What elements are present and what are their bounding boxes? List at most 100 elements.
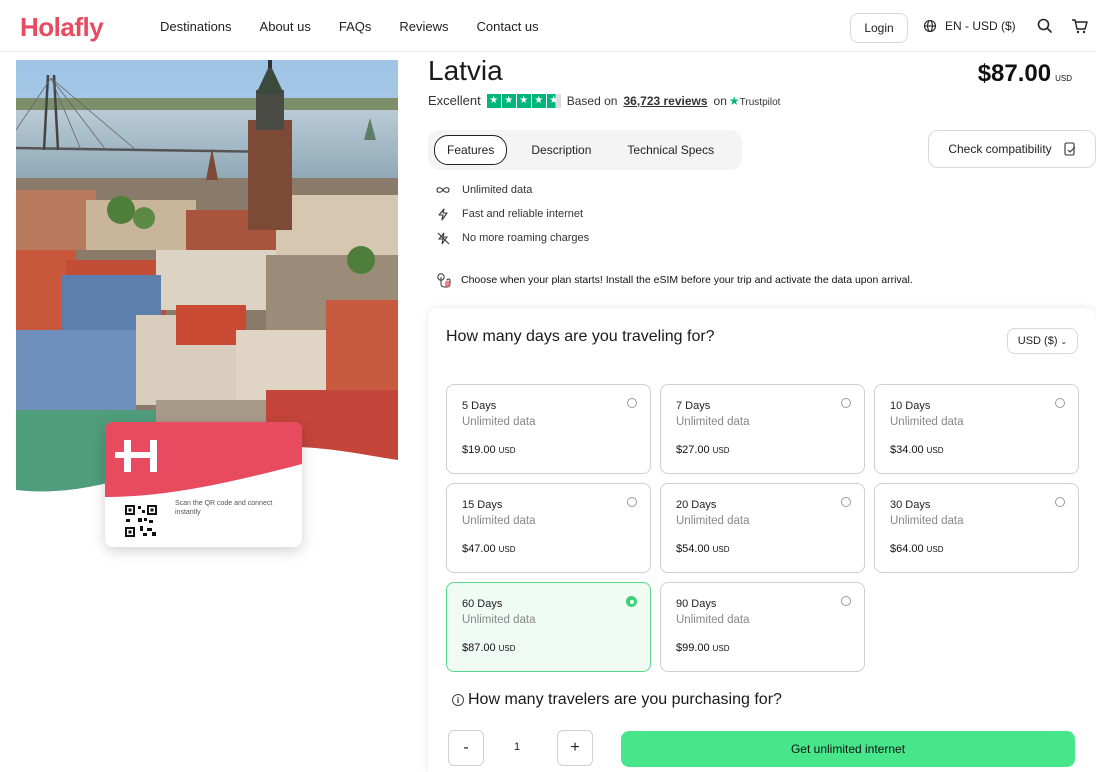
plan-days: 60 Days xyxy=(462,598,503,610)
plan-option[interactable]: 15 Days Unlimited data $47.00 USD xyxy=(446,483,651,573)
plan-price-currency: USD xyxy=(498,446,516,455)
plan-price-currency: USD xyxy=(712,446,730,455)
plan-radio[interactable] xyxy=(841,596,851,606)
get-unlimited-internet-button[interactable]: Get unlimited internet xyxy=(621,731,1075,767)
based-on-label: Based on xyxy=(566,93,618,108)
nav-faqs[interactable]: FAQs xyxy=(339,19,372,34)
plan-days: 7 Days xyxy=(676,400,711,412)
language-label: EN - USD ($) xyxy=(945,19,1016,33)
features-list: Unlimited data Fast and reliable interne… xyxy=(436,178,589,250)
plan-option[interactable]: 20 Days Unlimited data $54.00 USD xyxy=(660,483,865,573)
travelers-question: i How many travelers are you purchasing … xyxy=(452,691,782,709)
nav-destinations[interactable]: Destinations xyxy=(160,19,232,34)
travelers-question-text: How many travelers are you purchasing fo… xyxy=(468,691,782,708)
product-price-amount: $87.00 xyxy=(977,60,1052,87)
main-nav: Destinations About us FAQs Reviews Conta… xyxy=(160,19,539,34)
plan-radio[interactable] xyxy=(627,398,637,408)
plan-price: $47.00 USD xyxy=(462,543,516,555)
feature-item: No more roaming charges xyxy=(436,226,589,250)
plan-radio[interactable] xyxy=(841,398,851,408)
trustpilot-star-icon: ★ xyxy=(728,93,740,108)
product-price-currency: USD xyxy=(1055,74,1072,83)
plan-price: $34.00 USD xyxy=(890,444,944,456)
esim-card-header xyxy=(105,422,302,497)
feature-item: Fast and reliable internet xyxy=(436,202,589,226)
increase-travelers-button[interactable]: + xyxy=(557,730,593,766)
search-icon[interactable] xyxy=(1035,16,1055,36)
plan-radio[interactable] xyxy=(627,497,637,507)
info-icon[interactable]: i xyxy=(452,694,464,706)
plan-price-currency: USD xyxy=(498,545,516,554)
chevron-down-icon: ⌄ xyxy=(1060,336,1068,346)
check-compatibility-label: Check compatibility xyxy=(948,142,1052,156)
plan-price-amount: $47.00 xyxy=(462,543,496,555)
plan-selection-panel: How many days are you traveling for? USD… xyxy=(428,308,1096,772)
plan-radio[interactable] xyxy=(841,497,851,507)
tab-description[interactable]: Description xyxy=(519,136,603,164)
plan-option[interactable]: 7 Days Unlimited data $27.00 USD xyxy=(660,384,865,474)
plan-radio[interactable] xyxy=(1055,497,1065,507)
plan-price-currency: USD xyxy=(926,545,944,554)
days-question: How many days are you traveling for? xyxy=(446,328,715,345)
plan-price: $54.00 USD xyxy=(676,543,730,555)
plan-days: 15 Days xyxy=(462,499,503,511)
cart-icon[interactable] xyxy=(1070,16,1090,36)
bolt-icon xyxy=(436,207,450,221)
star-icon: ★ xyxy=(516,93,531,108)
nav-contact-us[interactable]: Contact us xyxy=(477,19,539,34)
plan-price-amount: $19.00 xyxy=(462,444,496,456)
product-title: Latvia xyxy=(428,55,503,86)
plan-data: Unlimited data xyxy=(676,416,750,428)
plan-option[interactable]: 5 Days Unlimited data $19.00 USD xyxy=(446,384,651,474)
plan-price: $99.00 USD xyxy=(676,642,730,654)
product-price: $87.00 USD xyxy=(978,60,1072,88)
infinity-icon xyxy=(436,183,450,197)
plan-price-currency: USD xyxy=(498,644,516,653)
decrease-travelers-button[interactable]: - xyxy=(448,730,484,766)
tab-technical-specs[interactable]: Technical Specs xyxy=(615,136,726,164)
travelers-quantity: 1 xyxy=(514,741,521,753)
plan-price-amount: $64.00 xyxy=(890,543,924,555)
plan-price-currency: USD xyxy=(926,446,944,455)
plan-option[interactable]: 30 Days Unlimited data $64.00 USD xyxy=(874,483,1079,573)
plan-price-amount: $34.00 xyxy=(890,444,924,456)
plan-data: Unlimited data xyxy=(462,515,536,527)
plan-radio[interactable] xyxy=(626,596,637,607)
currency-select[interactable]: USD ($) ⌄ xyxy=(1007,328,1078,354)
currency-label: USD ($) xyxy=(1017,335,1058,347)
login-button[interactable]: Login xyxy=(850,13,908,43)
check-compatibility-button[interactable]: Check compatibility xyxy=(928,130,1096,168)
esim-card-text: Scan the QR code and connect instantly xyxy=(175,500,273,516)
plan-price: $27.00 USD xyxy=(676,444,730,456)
holafly-h-logo-icon xyxy=(105,440,302,497)
trustpilot-logo: ★Trustpilot xyxy=(729,94,781,108)
plan-days: 10 Days xyxy=(890,400,931,412)
holafly-logo[interactable]: Holafly xyxy=(20,12,104,43)
star-icon: ★ xyxy=(486,93,501,108)
esim-card: Scan the QR code and connect instantly xyxy=(105,422,302,547)
plan-data: Unlimited data xyxy=(890,416,964,428)
qr-code-icon xyxy=(124,504,158,538)
hand-tap-icon xyxy=(437,273,451,288)
trustpilot-rating: Excellent ★ ★ ★ ★ ★ Based on 36,723 revi… xyxy=(428,93,780,108)
tab-features[interactable]: Features xyxy=(434,135,508,165)
nav-about-us[interactable]: About us xyxy=(260,19,311,34)
plan-price-amount: $87.00 xyxy=(462,642,496,654)
plan-data: Unlimited data xyxy=(462,416,536,428)
product-tabs: Features Description Technical Specs xyxy=(428,130,742,170)
plan-option[interactable]: 10 Days Unlimited data $34.00 USD xyxy=(874,384,1079,474)
star-icon: ★ xyxy=(531,93,546,108)
half-star-icon: ★ xyxy=(546,93,561,108)
nav-reviews[interactable]: Reviews xyxy=(399,19,448,34)
plan-price-currency: USD xyxy=(712,644,730,653)
top-header: Holafly Destinations About us FAQs Revie… xyxy=(0,0,1096,52)
plan-price-amount: $27.00 xyxy=(676,444,710,456)
plan-days: 90 Days xyxy=(676,598,717,610)
plan-option[interactable]: 60 Days Unlimited data $87.00 USD xyxy=(446,582,651,672)
plan-option[interactable]: 90 Days Unlimited data $99.00 USD xyxy=(660,582,865,672)
no-roaming-icon xyxy=(436,231,450,245)
reviews-link[interactable]: 36,723 reviews xyxy=(623,94,707,108)
plan-radio[interactable] xyxy=(1055,398,1065,408)
language-selector[interactable]: EN - USD ($) xyxy=(923,19,1016,33)
plan-data: Unlimited data xyxy=(676,515,750,527)
